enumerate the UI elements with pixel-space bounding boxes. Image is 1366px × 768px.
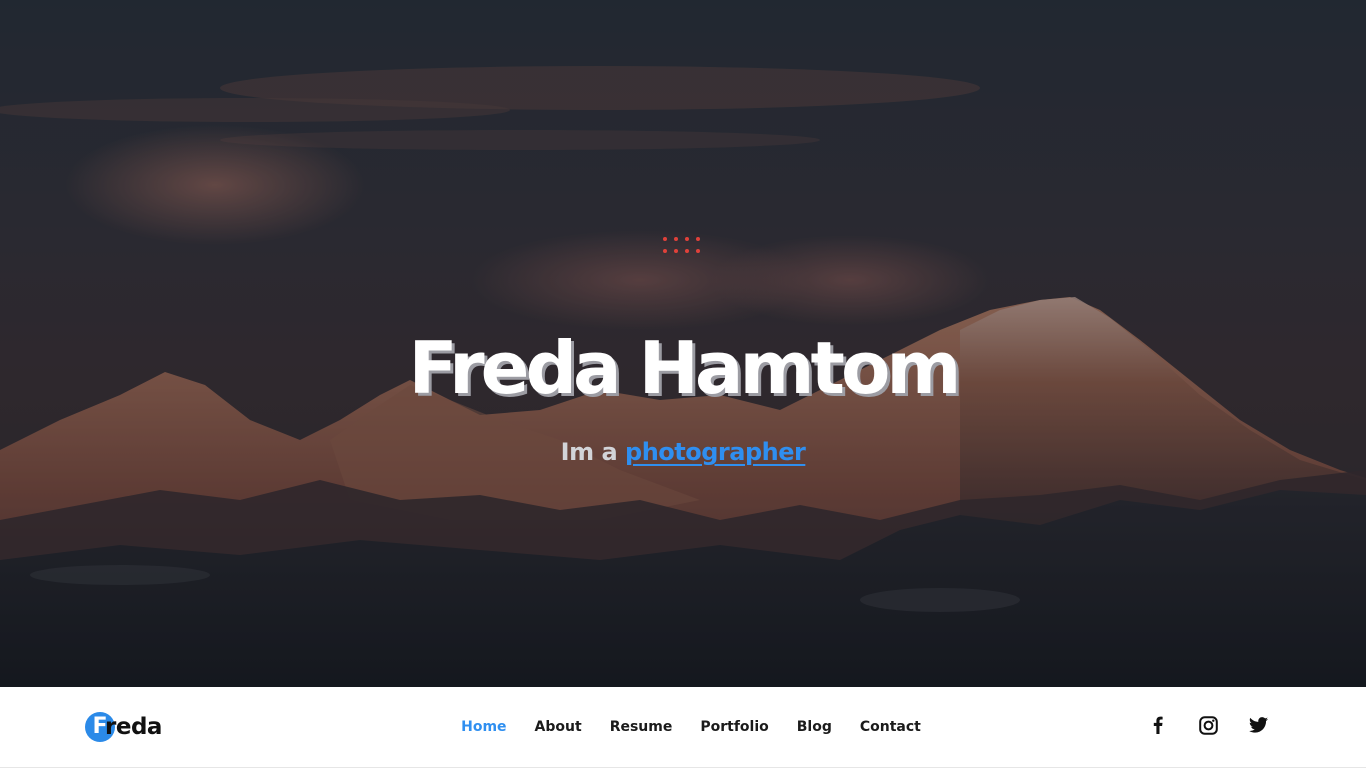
nav-item-contact[interactable]: Contact (846, 717, 935, 737)
subtitle-prefix: Im a (560, 438, 618, 466)
subtitle-typed-word: photographer (625, 438, 806, 466)
nav-item-home[interactable]: Home (447, 717, 520, 737)
hero-subtitle: Im a photographer (0, 436, 1366, 468)
hero-section: Freda Hamtom Im a photographer (0, 0, 1366, 687)
twitter-icon[interactable] (1248, 715, 1268, 735)
social-links (1148, 715, 1268, 735)
instagram-icon[interactable] (1198, 715, 1218, 735)
site-logo[interactable]: F reda (85, 711, 162, 743)
nav-item-portfolio[interactable]: Portfolio (686, 717, 782, 737)
nav-item-about[interactable]: About (521, 717, 596, 737)
hero-title: Freda Hamtom (408, 326, 962, 410)
main-navbar: F reda Home About Resume Portfolio Blog … (0, 687, 1366, 768)
decorative-dots-icon (663, 237, 705, 259)
logo-text: reda (105, 714, 162, 740)
nav-item-blog[interactable]: Blog (783, 717, 846, 737)
nav-item-resume[interactable]: Resume (596, 717, 687, 737)
facebook-icon[interactable] (1148, 715, 1168, 735)
